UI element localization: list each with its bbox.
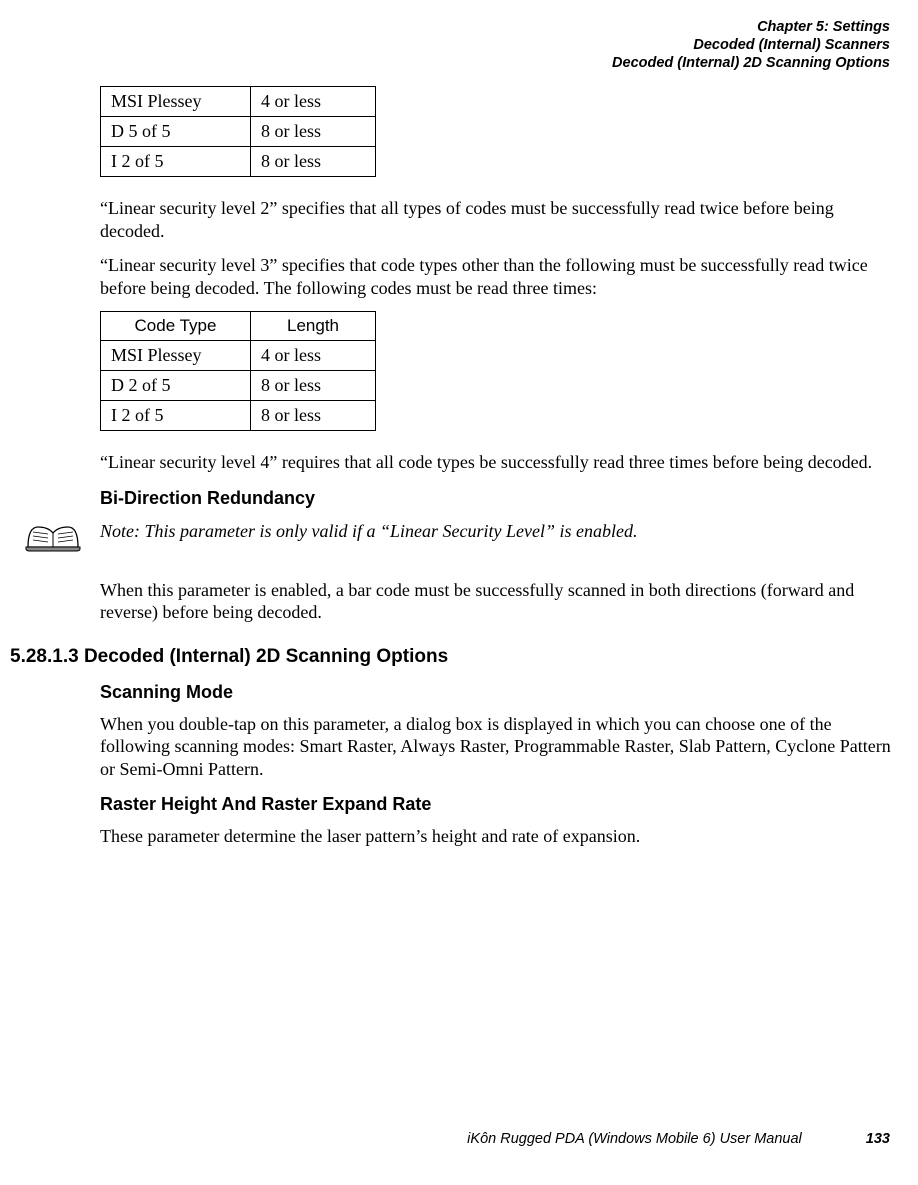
subheading-bidirection: Bi-Direction Redundancy (100, 488, 895, 509)
table-row: D 5 of 5 8 or less (101, 117, 376, 147)
page-header: Chapter 5: Settings Decoded (Internal) S… (612, 18, 890, 72)
table-row: I 2 of 5 8 or less (101, 401, 376, 431)
paragraph-level4: “Linear security level 4” requires that … (100, 451, 895, 474)
code-table-1: MSI Plessey 4 or less D 5 of 5 8 or less… (100, 86, 376, 177)
section-heading: 5.28.1.3 Decoded (Internal) 2D Scanning … (10, 646, 448, 667)
code-type-cell: MSI Plessey (101, 87, 251, 117)
subheading-raster: Raster Height And Raster Expand Rate (100, 794, 895, 815)
footer-manual-title: iKôn Rugged PDA (Windows Mobile 6) User … (467, 1131, 802, 1147)
table-row: D 2 of 5 8 or less (101, 371, 376, 401)
page-content: MSI Plessey 4 or less D 5 of 5 8 or less… (100, 86, 895, 860)
code-length-cell: 4 or less (251, 87, 376, 117)
code-type-cell: I 2 of 5 (101, 147, 251, 177)
section-heading-row: 5.28.1.3 Decoded (Internal) 2D Scanning … (10, 646, 895, 668)
header-chapter: Chapter 5: Settings (612, 18, 890, 36)
code-length-cell: 8 or less (251, 371, 376, 401)
header-subsection: Decoded (Internal) 2D Scanning Options (612, 54, 890, 72)
subheading-scanning-mode: Scanning Mode (100, 682, 895, 703)
note-text: Note: This parameter is only valid if a … (100, 519, 637, 542)
table-row: MSI Plessey 4 or less (101, 87, 376, 117)
code-length-cell: 8 or less (251, 147, 376, 177)
paragraph-level2: “Linear security level 2” specifies that… (100, 197, 895, 242)
note-block: Note: This parameter is only valid if a … (24, 519, 895, 557)
table-header-code-type: Code Type (101, 312, 251, 341)
table-header-row: Code Type Length (101, 312, 376, 341)
table-row: I 2 of 5 8 or less (101, 147, 376, 177)
paragraph-level3: “Linear security level 3” specifies that… (100, 254, 895, 299)
code-length-cell: 8 or less (251, 117, 376, 147)
paragraph-scanning-mode: When you double-tap on this parameter, a… (100, 713, 895, 781)
header-section: Decoded (Internal) Scanners (612, 36, 890, 54)
code-length-cell: 4 or less (251, 341, 376, 371)
code-type-cell: MSI Plessey (101, 341, 251, 371)
code-table-2: Code Type Length MSI Plessey 4 or less D… (100, 311, 376, 431)
page-footer: iKôn Rugged PDA (Windows Mobile 6) User … (467, 1131, 890, 1147)
footer-page-number: 133 (866, 1131, 890, 1147)
paragraph-bidirection: When this parameter is enabled, a bar co… (100, 579, 895, 624)
table-row: MSI Plessey 4 or less (101, 341, 376, 371)
paragraph-raster: These parameter determine the laser patt… (100, 825, 895, 848)
table-header-length: Length (251, 312, 376, 341)
code-type-cell: D 5 of 5 (101, 117, 251, 147)
code-type-cell: I 2 of 5 (101, 401, 251, 431)
code-type-cell: D 2 of 5 (101, 371, 251, 401)
code-length-cell: 8 or less (251, 401, 376, 431)
book-icon (24, 519, 82, 557)
